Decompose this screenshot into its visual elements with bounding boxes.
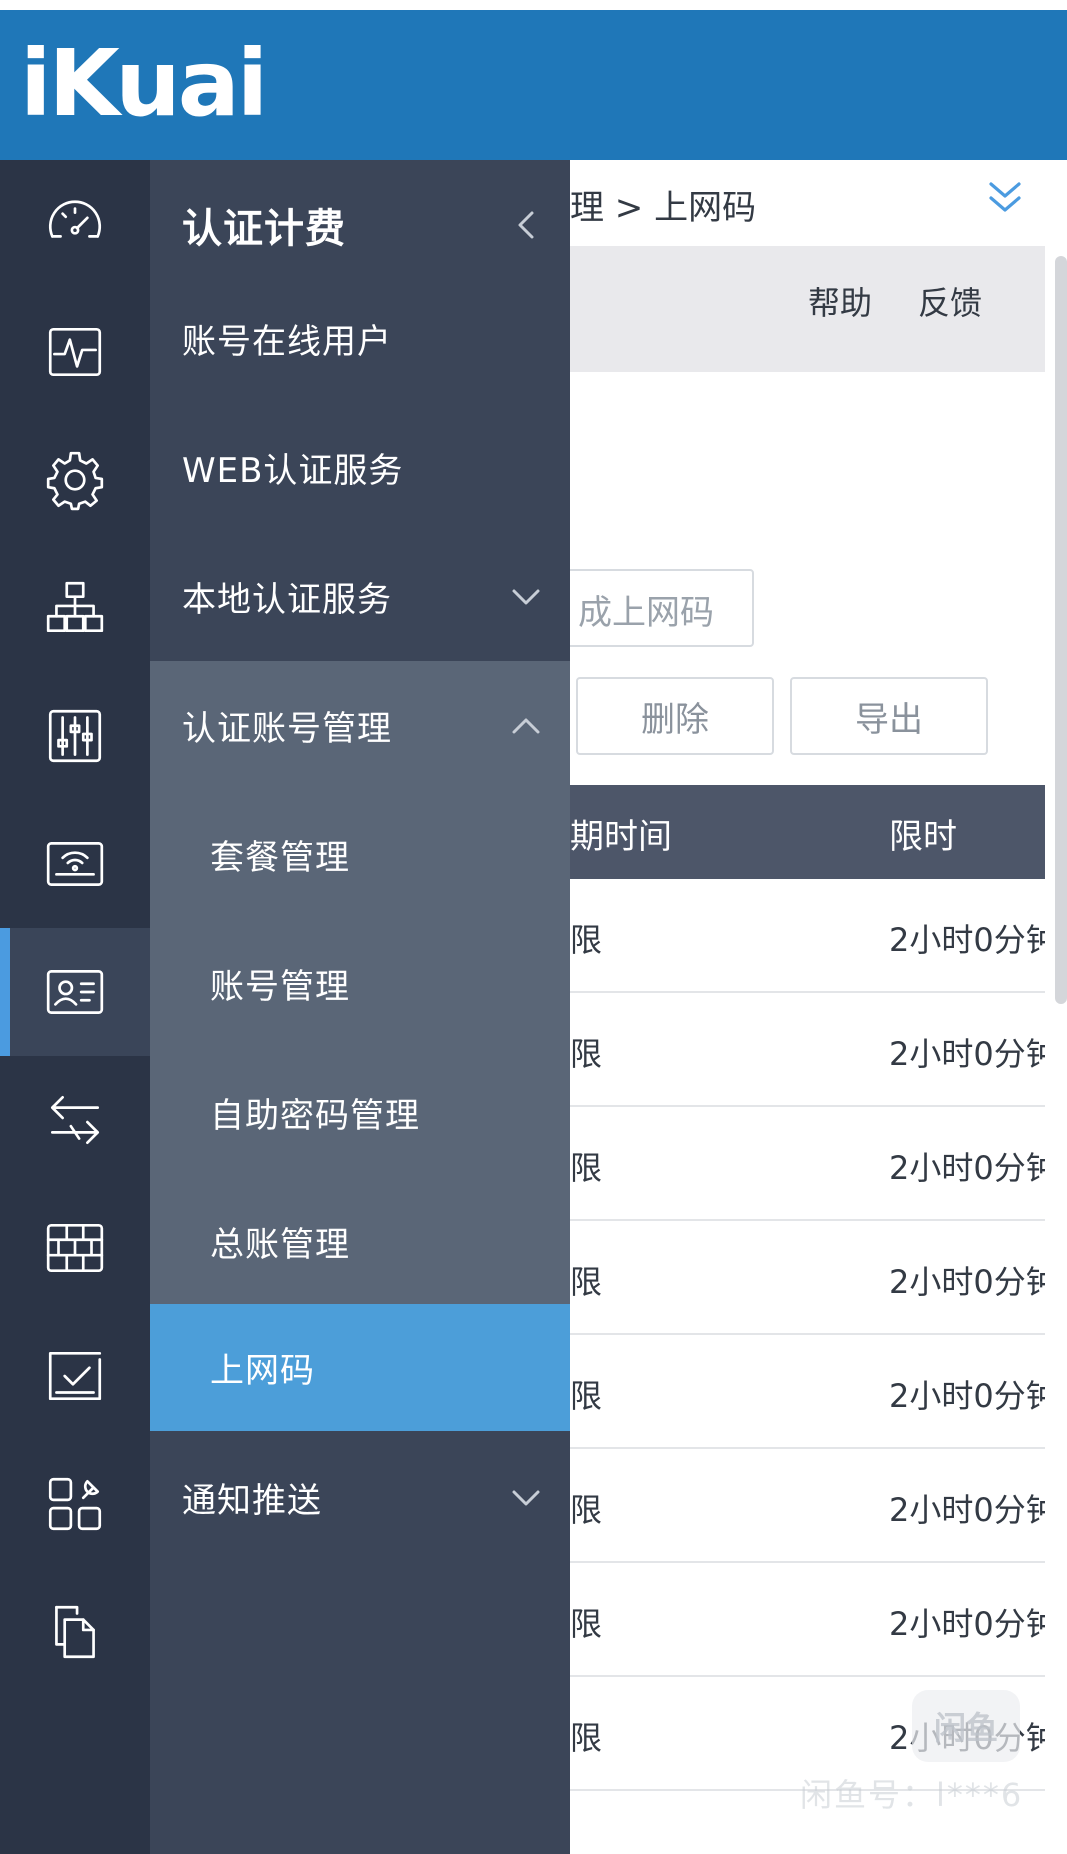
cell-expire: 限 — [570, 1263, 603, 1301]
transfer-arrows-icon[interactable] — [0, 1056, 150, 1184]
cell-limit: 2小时0分钟 — [889, 1377, 1045, 1415]
menu-item-label: 自助密码管理 — [210, 1096, 420, 1136]
export-button[interactable]: 导出 — [790, 677, 988, 755]
chevron-left-icon[interactable] — [508, 207, 544, 243]
menu-item-label: 套餐管理 — [210, 838, 350, 878]
submenu-panel: 认证计费 账号在线用户 WEB认证服务 本地认证服务 认证账号管理 套餐管理 账… — [150, 160, 570, 1854]
menu-item-ledger[interactable]: 总账管理 — [150, 1177, 570, 1306]
table-row[interactable]: 限 2小时0分钟 — [570, 1449, 1045, 1563]
cell-limit: 2小时0分钟 — [889, 921, 1045, 959]
settings-gear-icon[interactable] — [0, 416, 150, 544]
menu-item-accounts[interactable]: 账号管理 — [150, 919, 570, 1048]
network-topology-icon[interactable] — [0, 544, 150, 672]
chevron-down-icon — [508, 579, 544, 615]
vertical-scrollbar[interactable] — [1055, 256, 1067, 1004]
menu-item-self-service-password[interactable]: 自助密码管理 — [150, 1048, 570, 1177]
wifi-device-icon[interactable] — [0, 800, 150, 928]
cell-expire: 限 — [570, 1035, 603, 1073]
double-chevron-down-icon[interactable] — [985, 176, 1025, 220]
cell-limit: 2小时0分钟 — [889, 1263, 1045, 1301]
auth-id-card-icon[interactable] — [0, 928, 150, 1056]
generate-access-code-button[interactable]: 成上网码 — [570, 569, 754, 647]
chevron-down-icon — [508, 1480, 544, 1516]
cell-limit: 2小时0分钟 — [889, 1035, 1045, 1073]
column-header-time-limit[interactable]: 限时 — [889, 809, 957, 858]
firewall-wall-icon[interactable] — [0, 1184, 150, 1312]
submenu-title-label: 认证计费 — [182, 205, 346, 252]
cell-expire: 限 — [570, 921, 603, 959]
dashboard-gauge-icon[interactable] — [0, 160, 150, 288]
icon-rail — [0, 160, 150, 1854]
ikuai-logo[interactable]: iKuai — [20, 34, 268, 134]
monitor-pulse-icon[interactable] — [0, 288, 150, 416]
menu-item-label: 总账管理 — [210, 1225, 350, 1265]
table-header: 期时间 限时 — [570, 785, 1045, 879]
cell-expire: 限 — [570, 1719, 603, 1757]
cell-expire: 限 — [570, 1605, 603, 1643]
table-row[interactable]: 限 2小时0分钟 — [570, 879, 1045, 993]
menu-item-packages[interactable]: 套餐管理 — [150, 790, 570, 919]
table-row[interactable]: 限 2小时0分钟 — [570, 1335, 1045, 1449]
menu-item-label: 账号在线用户 — [182, 322, 392, 362]
table-row[interactable]: 限 2小时0分钟 — [570, 993, 1045, 1107]
menu-item-label: 通知推送 — [182, 1481, 322, 1521]
top-header: iKuai — [0, 0, 1067, 160]
menu-item-label: 上网码 — [210, 1351, 315, 1391]
table-row[interactable]: 限 2小时0分钟 — [570, 1107, 1045, 1221]
cell-limit: 2小时0分钟 — [889, 1491, 1045, 1529]
column-header-expire-time[interactable]: 期时间 — [570, 809, 672, 858]
help-link[interactable]: 帮助 — [808, 278, 872, 324]
table-row[interactable]: 限 2小时0分钟 — [570, 1563, 1045, 1677]
menu-item-web-auth[interactable]: WEB认证服务 — [150, 403, 570, 532]
feedback-link[interactable]: 反馈 — [918, 278, 982, 324]
cell-expire: 限 — [570, 1491, 603, 1529]
menu-item-notifications[interactable]: 通知推送 — [150, 1433, 570, 1562]
cell-expire: 限 — [570, 1377, 603, 1415]
apps-tools-icon[interactable] — [0, 1440, 150, 1568]
menu-item-label: 本地认证服务 — [182, 580, 392, 620]
main-content: 理 > 上网码 帮助 反馈 成上网码 删除 导出 期时间 限时 限 2小时0分钟… — [570, 160, 1067, 1854]
menu-item-label: 账号管理 — [210, 967, 350, 1007]
menu-item-auth-account-management[interactable]: 认证账号管理 — [150, 661, 570, 790]
cell-limit: 2小时0分钟 — [889, 1149, 1045, 1187]
menu-item-online-users[interactable]: 账号在线用户 — [150, 274, 570, 403]
header-top-strip — [0, 0, 1067, 10]
menu-item-access-codes[interactable]: 上网码 — [150, 1304, 570, 1431]
table-row[interactable]: 限 2小时0分钟 — [570, 1221, 1045, 1335]
chevron-up-icon — [508, 708, 544, 744]
menu-item-label: 认证账号管理 — [182, 709, 392, 749]
menu-item-local-auth[interactable]: 本地认证服务 — [150, 532, 570, 661]
submenu-title[interactable]: 认证计费 — [150, 160, 570, 289]
task-check-icon[interactable] — [0, 1312, 150, 1440]
menu-item-label: WEB认证服务 — [182, 451, 404, 491]
documents-icon[interactable] — [0, 1568, 150, 1696]
cell-expire: 限 — [570, 1149, 603, 1187]
watermark-text: 闲鱼号：l***6 — [800, 1776, 1024, 1814]
sliders-control-icon[interactable] — [0, 672, 150, 800]
delete-button[interactable]: 删除 — [576, 677, 774, 755]
cell-limit: 2小时0分钟 — [889, 1605, 1045, 1643]
watermark-logo: 闲鱼 — [912, 1690, 1020, 1762]
breadcrumb: 理 > 上网码 — [570, 188, 757, 228]
